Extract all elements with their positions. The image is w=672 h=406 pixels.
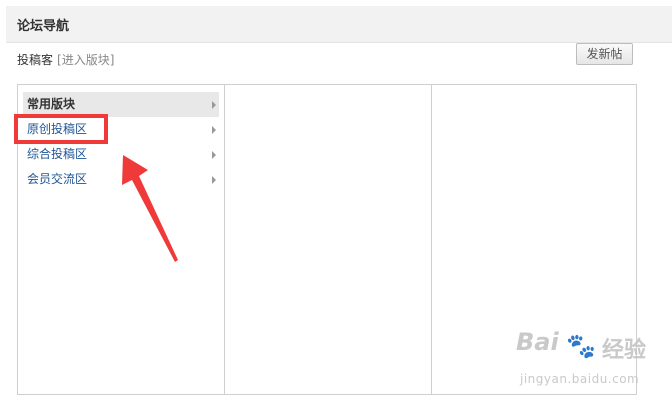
watermark-jingyan: 经验: [602, 338, 647, 363]
baidu-jingyan-watermark: Bai 🐾 经验 jingyan.baidu.com: [516, 328, 646, 394]
watermark-brand: Bai: [516, 328, 559, 356]
paw-icon: 🐾: [566, 332, 596, 360]
watermark-url: jingyan.baidu.com: [520, 372, 640, 386]
